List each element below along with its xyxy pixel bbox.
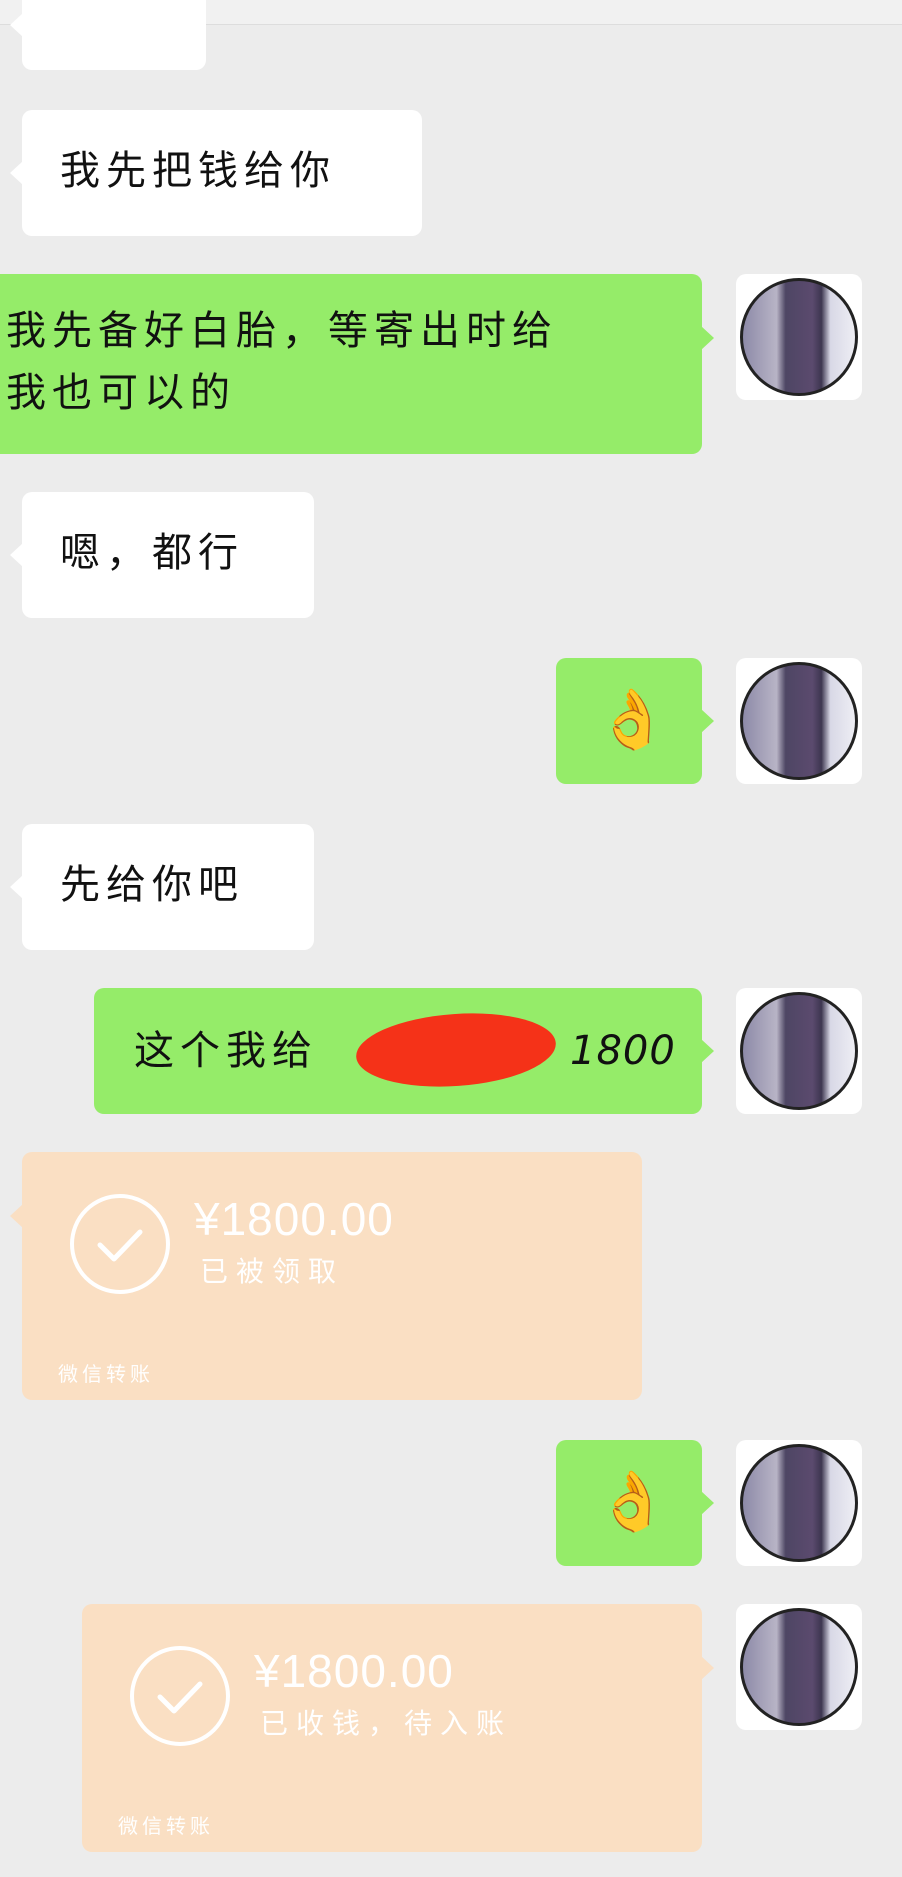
chat-screen: 我先把钱给你 我先备好白胎，等寄出时给 我也可以的 嗯，都行 👌 先给你吧 这个… (0, 0, 902, 1877)
avatar[interactable] (736, 1604, 862, 1730)
message-bubble-outgoing[interactable]: 这个我给 1800 (94, 988, 702, 1114)
transfer-status: 已收钱，待入账 (260, 1707, 513, 1740)
avatar-image (740, 1608, 858, 1726)
avatar-image (740, 278, 858, 396)
transfer-status: 已被领取 (200, 1255, 345, 1288)
message-bubble-outgoing[interactable]: 👌 (556, 658, 702, 784)
transfer-card[interactable]: ¥1800.00 已被领取 微信转账 (10, 1152, 642, 1400)
transfer-footer: 微信转账 (118, 1814, 214, 1838)
avatar[interactable] (736, 274, 862, 400)
message-bubble-incoming-partial[interactable] (22, 0, 206, 70)
message-text: 嗯，都行 (60, 530, 244, 576)
message-text: 我先把钱给你 (60, 148, 336, 194)
check-circle-icon (130, 1646, 230, 1746)
message-text-prefix: 这个我给 (134, 1028, 318, 1074)
avatar[interactable] (736, 988, 862, 1114)
ok-hand-icon: 👌 (596, 1467, 669, 1535)
avatar-image (740, 662, 858, 780)
message-bubble-outgoing[interactable]: 👌 (556, 1440, 702, 1566)
avatar-image (740, 992, 858, 1110)
check-circle-icon (70, 1194, 170, 1294)
message-bubble-incoming[interactable]: 先给你吧 (22, 824, 314, 950)
transfer-footer: 微信转账 (58, 1362, 154, 1386)
transfer-amount: ¥1800.00 (254, 1645, 454, 1697)
redaction-mark (353, 1007, 559, 1093)
message-bubble-incoming[interactable]: 我先把钱给你 (22, 110, 422, 236)
avatar[interactable] (736, 658, 862, 784)
message-text: 我先备好白胎，等寄出时给 我也可以的 (6, 308, 558, 416)
message-text: 先给你吧 (60, 862, 244, 908)
avatar[interactable] (736, 1440, 862, 1566)
avatar-image (740, 1444, 858, 1562)
message-bubble-outgoing[interactable]: 我先备好白胎，等寄出时给 我也可以的 (0, 274, 702, 454)
ok-hand-icon: 👌 (596, 685, 669, 753)
message-bubble-incoming[interactable]: 嗯，都行 (22, 492, 314, 618)
transfer-amount: ¥1800.00 (194, 1193, 394, 1245)
transfer-card[interactable]: ¥1800.00 已收钱，待入账 微信转账 (82, 1604, 714, 1852)
message-text-suffix: 1800 (570, 1028, 676, 1074)
